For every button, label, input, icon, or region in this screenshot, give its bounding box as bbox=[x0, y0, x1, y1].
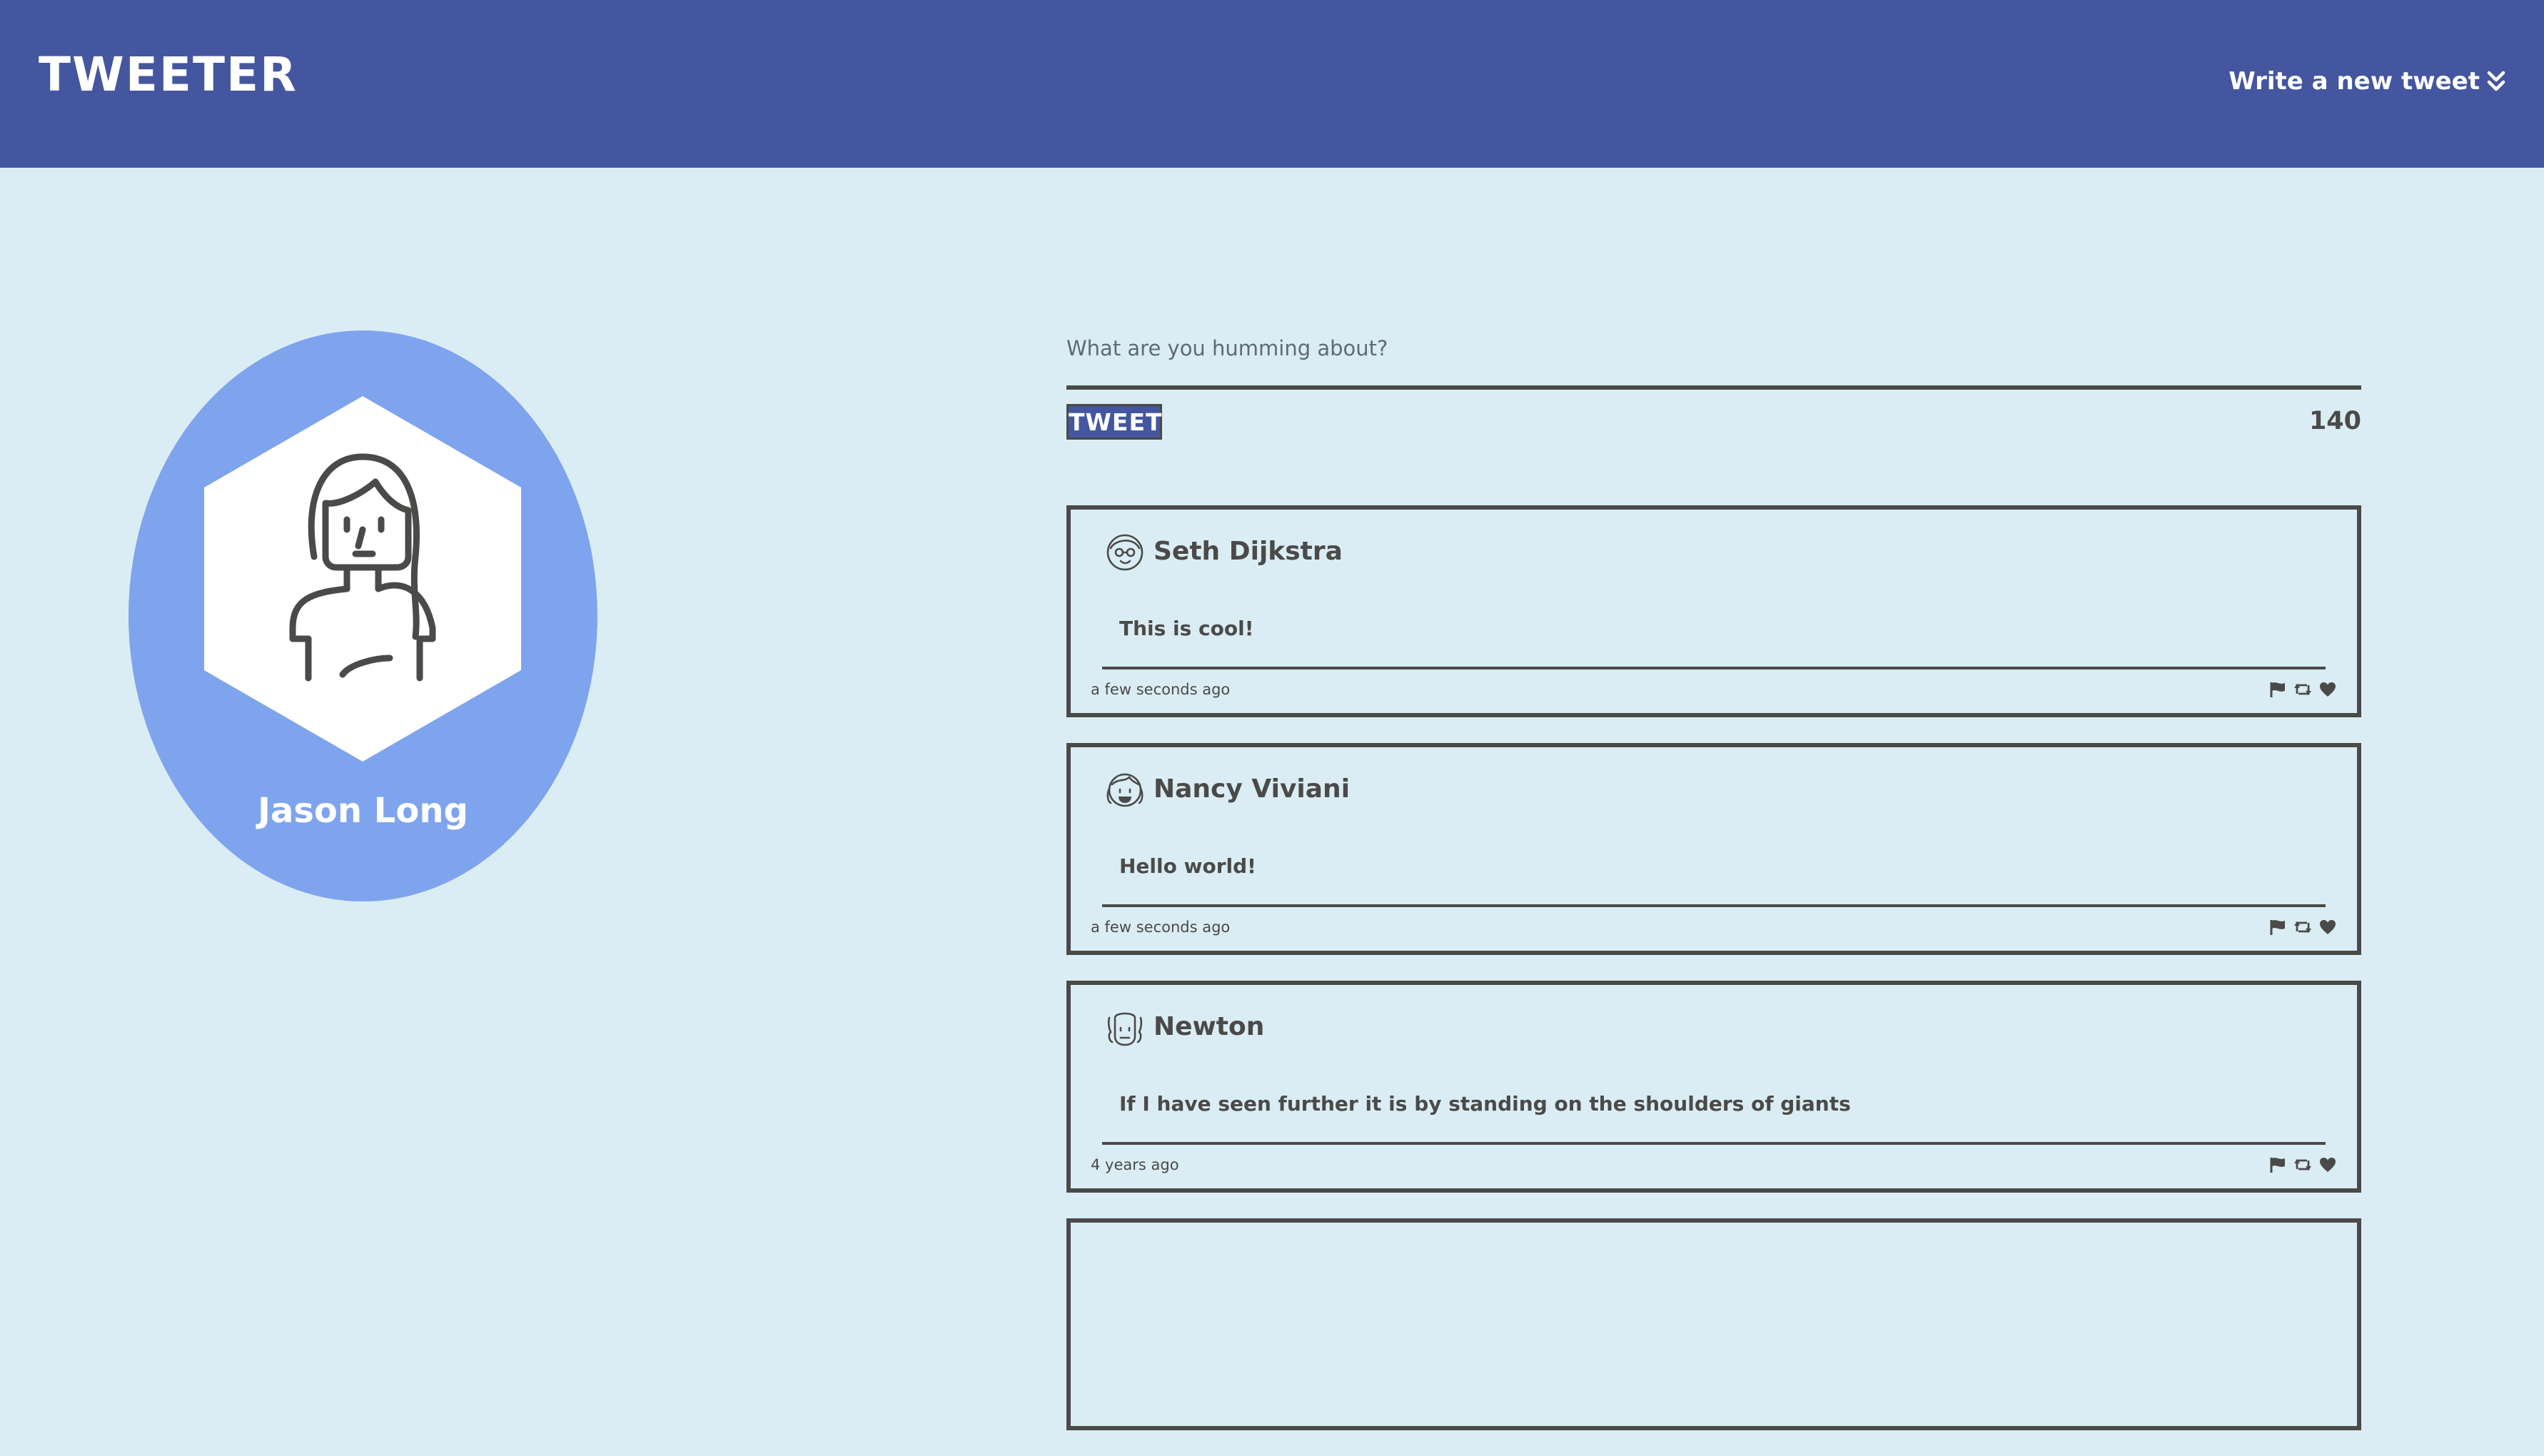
tweet-timestamp: a few seconds ago bbox=[1091, 919, 1231, 936]
double-chevron-down-icon bbox=[2487, 71, 2505, 92]
flag-icon[interactable] bbox=[2268, 681, 2287, 698]
retweet-icon[interactable] bbox=[2293, 1156, 2313, 1173]
tweet-text: Hello world! bbox=[1119, 854, 1256, 878]
top-nav: TWEETER Write a new tweet bbox=[0, 0, 2544, 168]
brand-logo[interactable]: TWEETER bbox=[39, 51, 298, 98]
tweet-author[interactable]: Nancy Viviani bbox=[1154, 774, 1350, 804]
retweet-icon[interactable] bbox=[2293, 919, 2313, 936]
tweet-timestamp: 4 years ago bbox=[1091, 1156, 1179, 1173]
character-counter: 140 bbox=[2308, 407, 2361, 435]
tweet-actions bbox=[2268, 1156, 2337, 1173]
tweet-text-input[interactable] bbox=[1066, 328, 2361, 390]
heart-icon[interactable] bbox=[2318, 681, 2337, 698]
write-new-tweet-label: Write a new tweet bbox=[2228, 67, 2480, 96]
profile-card: Jason Long bbox=[128, 330, 597, 901]
tweet-list: Seth Dijkstra This is cool! a few second… bbox=[1066, 505, 2361, 1456]
tweet-author[interactable]: Newton bbox=[1154, 1012, 1264, 1041]
flag-icon[interactable] bbox=[2268, 1156, 2287, 1173]
tweet-divider bbox=[1102, 1142, 2326, 1145]
heart-icon[interactable] bbox=[2318, 1156, 2337, 1173]
man-wig-avatar-icon bbox=[1105, 1008, 1145, 1051]
tweet-author[interactable]: Seth Dijkstra bbox=[1154, 537, 1343, 566]
tweet-timestamp: a few seconds ago bbox=[1091, 681, 1231, 698]
woman-avatar-icon bbox=[289, 453, 436, 682]
woman-pigtails-avatar-icon bbox=[1105, 770, 1145, 813]
retweet-icon[interactable] bbox=[2293, 681, 2313, 698]
tweet-text: This is cool! bbox=[1119, 617, 1254, 640]
profile-name: Jason Long bbox=[258, 791, 468, 831]
tweet-submit-button[interactable]: TWEET bbox=[1066, 404, 1162, 440]
tweet-actions bbox=[2268, 919, 2337, 936]
tweet-divider bbox=[1102, 904, 2326, 907]
heart-icon[interactable] bbox=[2318, 919, 2337, 936]
man-glasses-avatar-icon bbox=[1105, 532, 1145, 575]
avatar-frame bbox=[204, 396, 521, 762]
tweet-divider bbox=[1102, 667, 2326, 669]
compose-controls: TWEET 140 bbox=[1066, 404, 2361, 450]
write-new-tweet-button[interactable]: Write a new tweet bbox=[2228, 67, 2505, 96]
compose-form: TWEET 140 bbox=[1066, 328, 2361, 450]
tweet-text: If I have seen further it is by standing… bbox=[1119, 1092, 1851, 1116]
tweet-card: Nancy Viviani Hello world! a few seconds… bbox=[1066, 743, 2361, 955]
tweet-actions bbox=[2268, 681, 2337, 698]
tweet-card-partial bbox=[1066, 1218, 2361, 1430]
flag-icon[interactable] bbox=[2268, 919, 2287, 936]
tweet-card: Seth Dijkstra This is cool! a few second… bbox=[1066, 505, 2361, 717]
tweet-card: Newton If I have seen further it is by s… bbox=[1066, 981, 2361, 1193]
